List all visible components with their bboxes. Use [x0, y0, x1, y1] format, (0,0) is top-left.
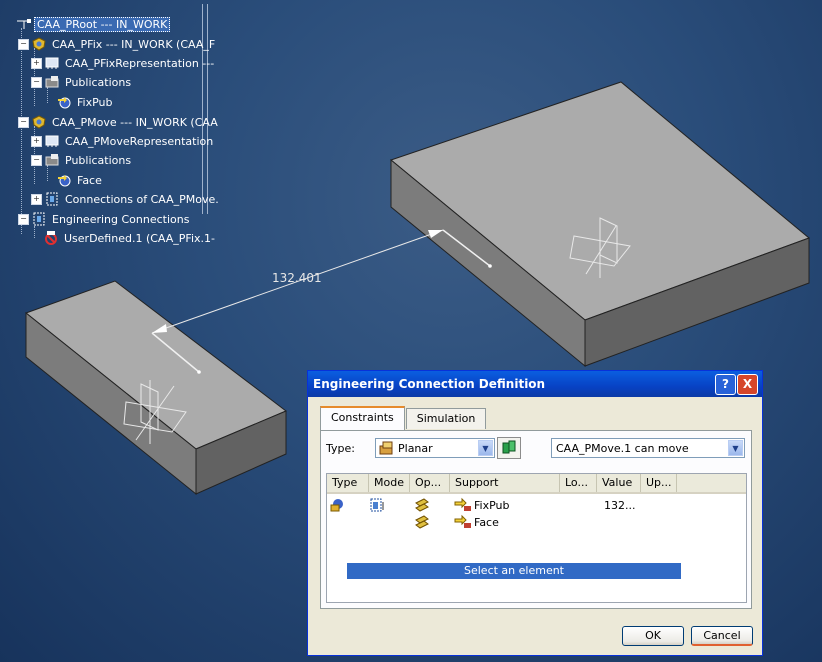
- ok-button[interactable]: OK: [622, 626, 684, 646]
- dialog-title: Engineering Connection Definition: [313, 377, 546, 391]
- col-op[interactable]: Op...: [410, 474, 450, 492]
- support-value: FixPub: [474, 499, 510, 512]
- tree-node-pfix[interactable]: − CAA_PFix --- IN_WORK (CAA_F: [18, 35, 217, 53]
- publications-folder-icon: [45, 75, 59, 89]
- constraints-panel: Type: Planar ▼ CAA_PMove.1 can move ▼ Ty…: [320, 430, 752, 609]
- col-value[interactable]: Value: [597, 474, 641, 492]
- tree-node-engineering-connections[interactable]: − Engineering Connections: [18, 210, 191, 228]
- representation-icon: [45, 134, 59, 148]
- col-support[interactable]: Support: [450, 474, 560, 492]
- product-root-icon: [16, 17, 31, 31]
- tree-node-fixpub[interactable]: FixPub: [57, 93, 115, 111]
- tree-node-root[interactable]: CAA_PRoot --- IN_WORK: [16, 15, 171, 33]
- tree-node-pfix-label[interactable]: CAA_PFix --- IN_WORK (CAA_F: [50, 38, 217, 51]
- tree-node-userdefined[interactable]: UserDefined.1 (CAA_PFix.1-: [44, 229, 217, 247]
- support-publication-icon: [454, 514, 472, 535]
- value-cell: 132...: [604, 499, 636, 512]
- tree-node-face[interactable]: Face: [57, 171, 104, 189]
- table-header: Type Mode Op... Support Lo... Value Up..…: [327, 474, 746, 494]
- tree-node-connections-of[interactable]: + Connections of CAA_PMove.: [31, 190, 221, 208]
- tree-node-userdefined-label[interactable]: UserDefined.1 (CAA_PFix.1-: [62, 232, 217, 245]
- support-value: Face: [474, 516, 499, 529]
- close-button[interactable]: X: [737, 374, 758, 395]
- representation-icon: [45, 56, 59, 70]
- dialog-titlebar[interactable]: Engineering Connection Definition ? X: [308, 371, 762, 397]
- tree-node-pmove-rep-label[interactable]: CAA_PMoveRepresentation: [63, 135, 215, 148]
- expand-toggle[interactable]: +: [31, 57, 42, 69]
- fixed-part-block[interactable]: [24, 280, 287, 496]
- tree-node-pmove-rep[interactable]: + CAA_PMoveRepresentation: [31, 132, 215, 150]
- tree-node-connections-of-label[interactable]: Connections of CAA_PMove.: [63, 193, 221, 206]
- planar-icon: [379, 441, 394, 455]
- tree-node-engineering-connections-label[interactable]: Engineering Connections: [50, 213, 191, 226]
- expand-toggle[interactable]: +: [31, 135, 42, 147]
- tree-node-pmove-publications-label[interactable]: Publications: [63, 154, 133, 167]
- engineering-connection-dialog: Engineering Connection Definition ? X Co…: [307, 370, 763, 656]
- tree-node-pmove-label[interactable]: CAA_PMove --- IN_WORK (CAA: [50, 116, 220, 129]
- constraints-table: Type Mode Op... Support Lo... Value Up..…: [326, 473, 747, 603]
- collapse-toggle[interactable]: −: [18, 213, 29, 225]
- move-dropdown[interactable]: CAA_PMove.1 can move ▼: [551, 438, 745, 458]
- col-mode[interactable]: Mode: [369, 474, 410, 492]
- product-shield-icon: [32, 115, 46, 129]
- tab-simulation[interactable]: Simulation: [405, 408, 487, 429]
- connections-icon: [32, 212, 46, 226]
- type-dropdown-value: Planar: [398, 441, 433, 455]
- tree-node-pfix-publications[interactable]: − Publications: [31, 73, 133, 91]
- product-shield-icon: [32, 37, 46, 51]
- publication-icon: [57, 95, 71, 109]
- col-lo[interactable]: Lo...: [560, 474, 597, 492]
- dimension-value: 132.401: [272, 271, 322, 285]
- type-options-button[interactable]: [497, 437, 521, 459]
- connection-type-icon: [502, 440, 516, 454]
- type-label: Type:: [326, 442, 355, 455]
- tree-node-pmove-publications[interactable]: − Publications: [31, 151, 133, 169]
- tree-node-pfix-rep[interactable]: + CAA_PFixRepresentation ---: [31, 54, 216, 72]
- publications-folder-icon: [45, 153, 59, 167]
- collapse-toggle[interactable]: −: [18, 38, 29, 50]
- type-dropdown[interactable]: Planar ▼: [375, 438, 495, 458]
- select-element-prompt[interactable]: Select an element: [347, 563, 681, 579]
- tree-node-root-label[interactable]: CAA_PRoot --- IN_WORK: [34, 16, 171, 32]
- user-defined-connection-icon: [44, 231, 58, 245]
- operation-icon: [414, 514, 430, 535]
- collapse-toggle[interactable]: −: [18, 116, 29, 128]
- tab-constraints[interactable]: Constraints: [320, 406, 405, 430]
- move-dropdown-value: CAA_PMove.1 can move: [556, 441, 689, 455]
- table-row[interactable]: FixPub 132...: [327, 497, 746, 514]
- dialog-tabs: Constraints Simulation: [320, 406, 487, 430]
- expand-toggle[interactable]: +: [31, 193, 42, 205]
- tree-node-face-label[interactable]: Face: [75, 174, 104, 187]
- publication-icon: [57, 173, 71, 187]
- moving-part-block[interactable]: [389, 81, 810, 368]
- collapse-toggle[interactable]: −: [31, 154, 42, 166]
- tree-node-pfix-rep-label[interactable]: CAA_PFixRepresentation ---: [63, 57, 216, 70]
- chevron-down-icon[interactable]: ▼: [478, 440, 493, 456]
- table-row[interactable]: Face: [327, 514, 746, 531]
- tree-node-fixpub-label[interactable]: FixPub: [75, 96, 115, 109]
- help-button[interactable]: ?: [715, 374, 736, 395]
- connections-icon: [45, 192, 59, 206]
- tree-node-pfix-publications-label[interactable]: Publications: [63, 76, 133, 89]
- tree-node-pmove[interactable]: − CAA_PMove --- IN_WORK (CAA: [18, 113, 220, 131]
- col-up[interactable]: Up...: [641, 474, 677, 492]
- chevron-down-icon[interactable]: ▼: [728, 440, 743, 456]
- col-type[interactable]: Type: [327, 474, 369, 492]
- cancel-button[interactable]: Cancel: [691, 626, 753, 646]
- collapse-toggle[interactable]: −: [31, 76, 42, 88]
